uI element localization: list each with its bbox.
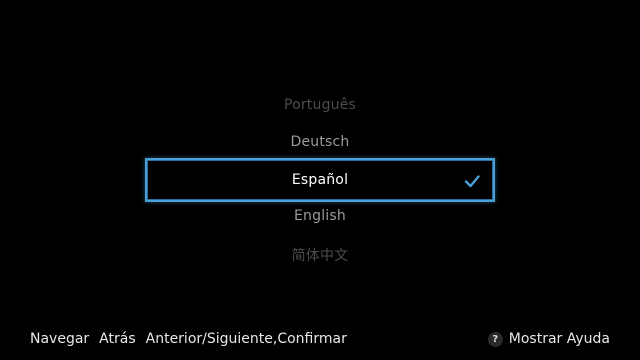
footer-controls-hint: Navegar Atrás Anterior/Siguiente,Confirmar xyxy=(30,331,357,347)
help-hint[interactable]: ? Mostrar Ayuda xyxy=(487,331,610,347)
help-label: Mostrar Ayuda xyxy=(508,331,610,347)
hint-prev-next-confirm: Anterior/Siguiente,Confirmar xyxy=(145,331,347,347)
hint-back: Atrás xyxy=(99,331,136,347)
check-icon xyxy=(464,175,480,188)
language-option-portuguese[interactable]: Português xyxy=(0,97,640,113)
language-option-english[interactable]: English xyxy=(0,208,640,224)
hint-navigate: Navegar xyxy=(30,331,90,347)
question-mark-icon: ? xyxy=(487,331,503,347)
language-option-german[interactable]: Deutsch xyxy=(0,134,640,150)
language-select-screen: Português Deutsch Español English 简体中文 N… xyxy=(0,0,640,360)
language-option-chinese[interactable]: 简体中文 xyxy=(0,245,640,265)
language-option-spanish-selected[interactable]: Español xyxy=(145,158,495,202)
selected-language-label: Español xyxy=(291,172,349,188)
